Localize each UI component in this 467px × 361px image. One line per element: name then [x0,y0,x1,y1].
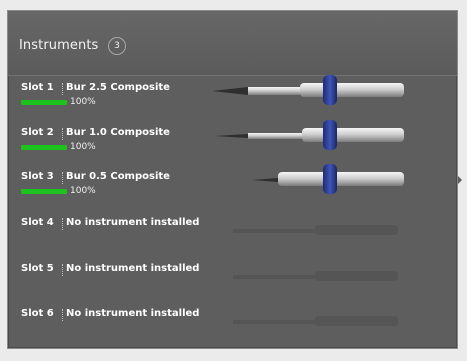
panel-title: Instruments [19,38,99,53]
tool-name: Bur 0.5 Composite [66,171,170,182]
slot-3[interactable]: Slot 3 Bur 0.5 Composite 100% [8,164,457,217]
slot-label: Slot 4 [21,217,54,228]
tool-name: Bur 2.5 Composite [66,82,170,93]
wear-percent: 100% [70,97,96,107]
slot-5[interactable]: Slot 5 No instrument installed [8,263,457,309]
tool-name: No instrument installed [66,263,200,274]
empty-slot-silhouette [233,271,398,281]
separator [62,128,63,140]
instrument-count-badge: 3 [108,37,126,55]
slot-label: Slot 5 [21,263,54,274]
slot-label: Slot 2 [21,127,54,138]
slot-6[interactable]: Slot 6 No instrument installed [8,308,457,354]
wear-percent: 100% [70,142,96,152]
slot-label: Slot 6 [21,308,54,319]
slot-label: Slot 3 [21,171,54,182]
slot-4[interactable]: Slot 4 No instrument installed [8,217,457,263]
bur-0-5-icon [252,164,404,194]
instruments-panel: Instruments 3 Slot 1 Bur 2.5 Composite 1… [7,10,458,349]
separator [62,309,63,321]
separator [62,172,63,184]
wear-level-bar [21,145,67,150]
slot-label: Slot 1 [21,82,54,93]
wear-level-bar [21,189,67,194]
wear-level-bar [21,100,67,105]
separator [62,218,63,230]
separator [62,264,63,276]
tool-name: No instrument installed [66,308,200,319]
tool-name: No instrument installed [66,217,200,228]
panel-header: Instruments 3 [8,11,457,76]
tool-name: Bur 1.0 Composite [66,127,170,138]
bur-1-0-icon [214,120,404,150]
separator [62,83,63,95]
empty-slot-silhouette [233,316,398,326]
bur-2-5-icon [212,75,404,105]
empty-slot-silhouette [233,225,398,235]
wear-percent: 100% [70,186,96,196]
